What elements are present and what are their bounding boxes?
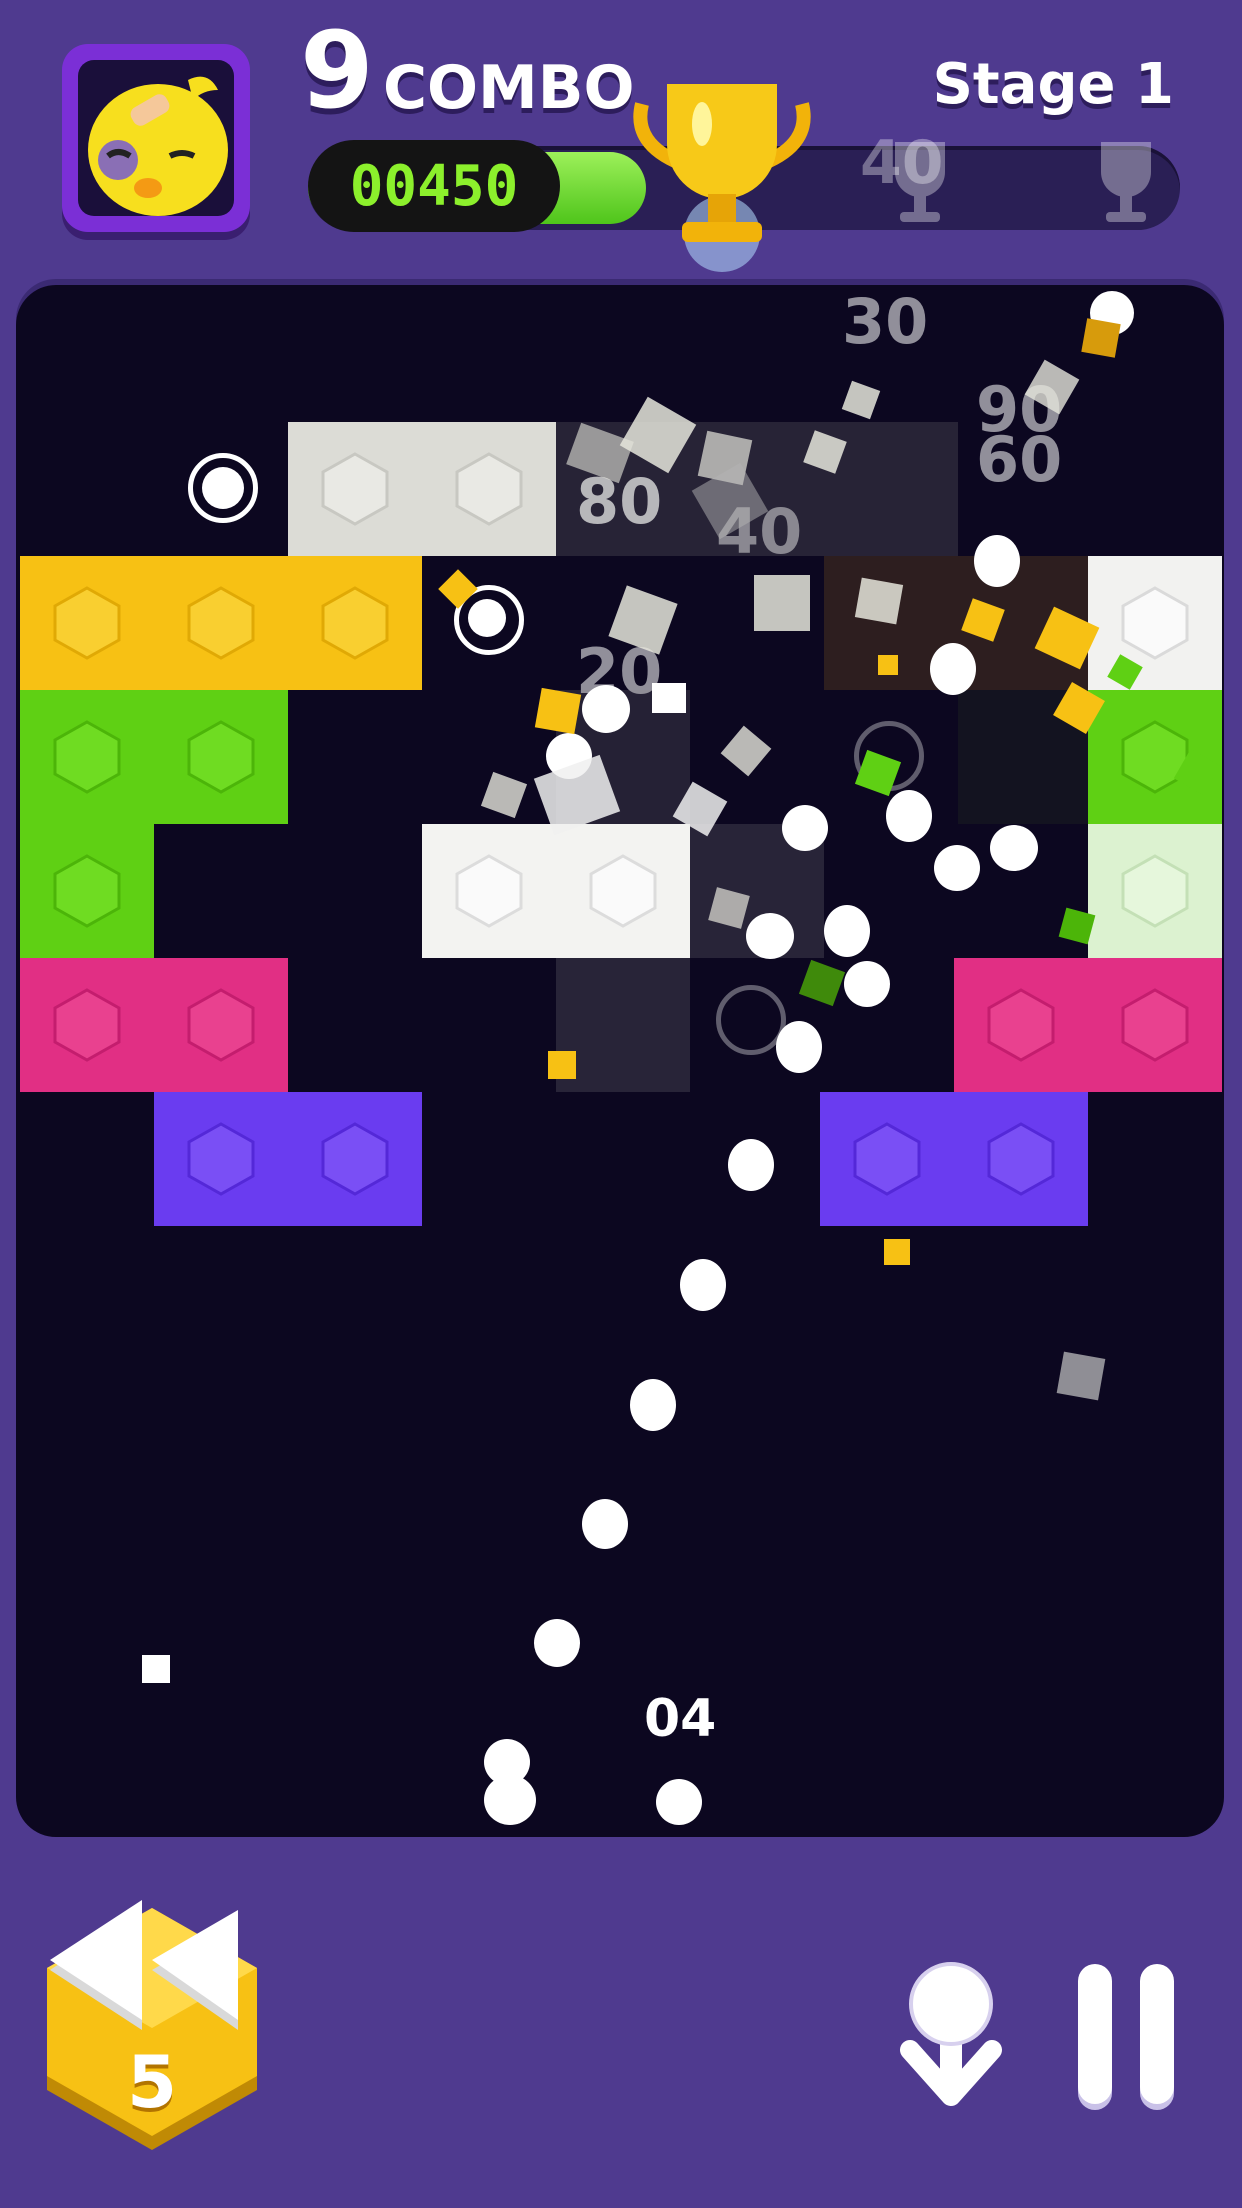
shard bbox=[548, 1051, 576, 1079]
rewind-count: 5 bbox=[126, 2040, 178, 2124]
brick-pink bbox=[1088, 958, 1222, 1092]
shard bbox=[841, 380, 881, 420]
brick-ghost bbox=[556, 958, 690, 1092]
ball-count: 04 bbox=[644, 1689, 717, 1749]
score-display: 00450 bbox=[308, 140, 560, 232]
brick-yellow bbox=[154, 556, 288, 690]
ball bbox=[844, 961, 890, 1007]
brick-white bbox=[288, 422, 422, 556]
extra-ball-dot bbox=[468, 599, 506, 637]
trophy-icon bbox=[633, 84, 811, 272]
brick-green bbox=[20, 824, 154, 958]
ball bbox=[630, 1379, 676, 1431]
brick-purple bbox=[288, 1092, 422, 1226]
game-board[interactable]: 30 90 60 80 40 20 bbox=[16, 285, 1224, 1837]
brick-white bbox=[422, 824, 556, 958]
pause-bar-right bbox=[1140, 1964, 1174, 2104]
brick-pink bbox=[954, 958, 1088, 1092]
ball bbox=[990, 825, 1038, 871]
shard bbox=[652, 683, 686, 713]
trophy-icon bbox=[895, 142, 945, 222]
ball bbox=[974, 535, 1020, 587]
chick-avatar-icon bbox=[78, 60, 234, 216]
brick-pink bbox=[154, 958, 288, 1092]
pause-bar-left bbox=[1078, 1964, 1112, 2104]
ball bbox=[534, 1619, 580, 1667]
shard bbox=[878, 655, 898, 675]
combo-label: COMBO bbox=[383, 53, 635, 123]
player-avatar[interactable] bbox=[62, 44, 250, 232]
brick-white bbox=[1088, 556, 1222, 690]
ball bbox=[930, 643, 976, 695]
pause-button[interactable] bbox=[1076, 1964, 1176, 2110]
ball bbox=[782, 805, 828, 851]
shard bbox=[142, 1655, 170, 1683]
ball bbox=[746, 913, 794, 959]
pause-icon bbox=[1076, 1964, 1176, 2110]
brick-pink bbox=[20, 958, 154, 1092]
combo-count: 9 bbox=[300, 9, 374, 132]
ball bbox=[824, 905, 870, 957]
brick-yellow bbox=[20, 556, 154, 690]
shard bbox=[720, 725, 772, 777]
shard bbox=[480, 771, 528, 819]
ball bbox=[582, 685, 630, 733]
shard bbox=[754, 575, 810, 631]
drop-balls-button[interactable] bbox=[896, 1960, 1006, 2110]
ball bbox=[582, 1499, 628, 1549]
trophy-icon bbox=[1101, 142, 1151, 222]
brick-green bbox=[20, 690, 154, 824]
stage-label: Stage 1 bbox=[932, 52, 1174, 117]
ball bbox=[484, 1775, 536, 1825]
brick-yellow bbox=[288, 556, 422, 690]
ball bbox=[680, 1259, 726, 1311]
brick-purple bbox=[954, 1092, 1088, 1226]
brick-purple bbox=[154, 1092, 288, 1226]
brick-purple bbox=[820, 1092, 954, 1226]
floating-score: 60 bbox=[976, 423, 1063, 496]
brick-pale-green bbox=[1088, 824, 1222, 958]
ball bbox=[934, 845, 980, 891]
shard bbox=[534, 687, 582, 735]
launcher-ball bbox=[656, 1779, 702, 1825]
shard bbox=[1081, 318, 1121, 358]
top-hud: 9 COMBO Stage 1 00450 40 bbox=[0, 0, 1242, 280]
rewind-button[interactable]: 5 bbox=[32, 1880, 272, 2150]
ball bbox=[728, 1139, 774, 1191]
shard bbox=[1056, 1351, 1106, 1401]
drop-arrow-icon bbox=[900, 1962, 1002, 2106]
shard bbox=[854, 577, 904, 625]
shard bbox=[884, 1239, 910, 1265]
extra-ball-dot bbox=[202, 467, 244, 509]
ball bbox=[776, 1021, 822, 1073]
brick-white bbox=[422, 422, 556, 556]
brick-white bbox=[556, 824, 690, 958]
ball bbox=[886, 790, 932, 842]
brick-green bbox=[154, 690, 288, 824]
floating-score: 30 bbox=[842, 285, 929, 358]
shard bbox=[798, 959, 846, 1007]
